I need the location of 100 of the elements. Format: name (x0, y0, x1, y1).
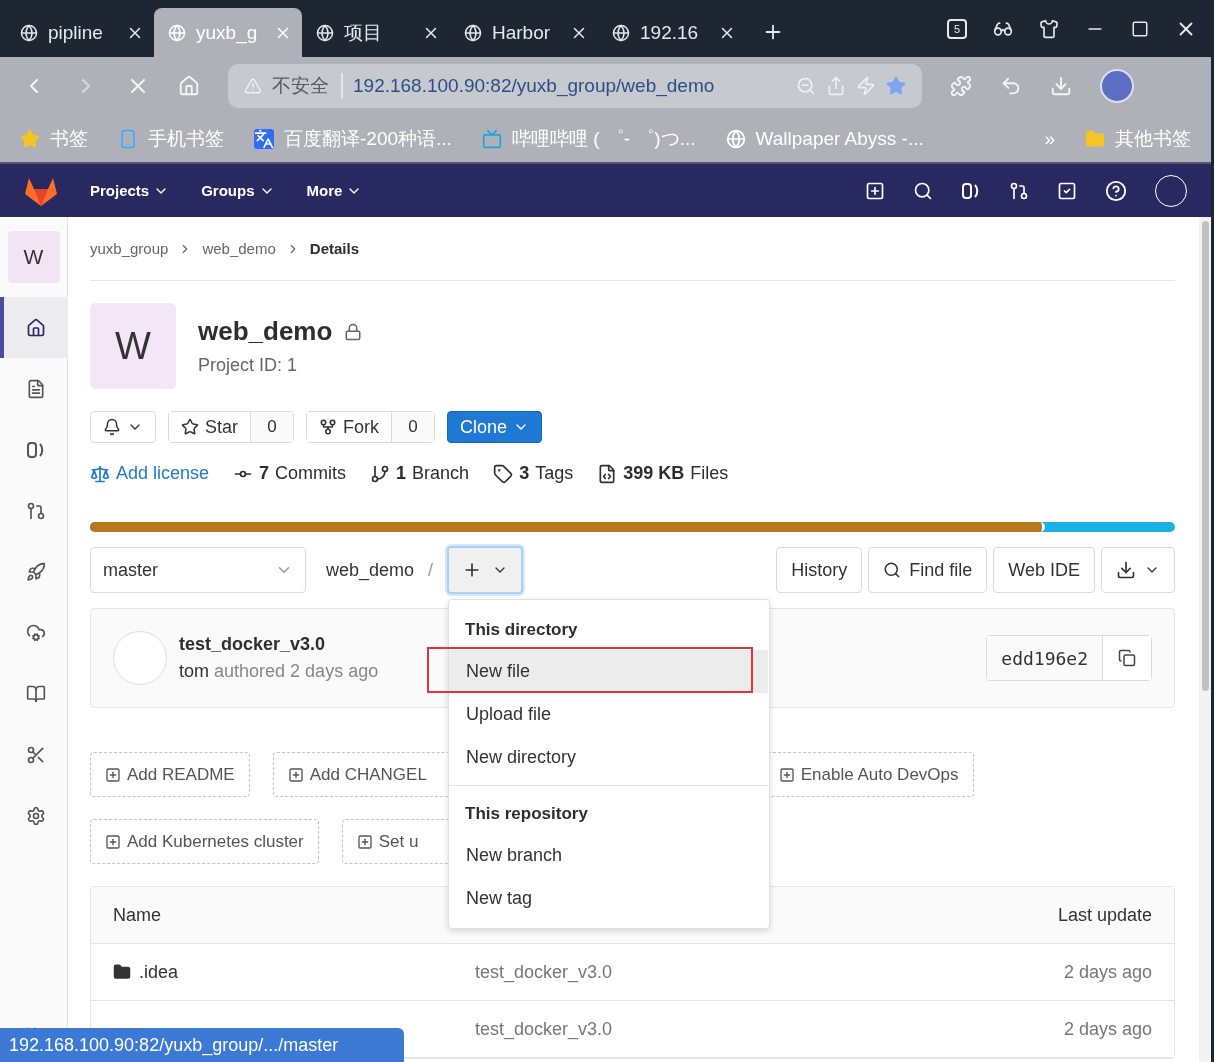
branch-select[interactable]: master (90, 547, 306, 593)
profile-avatar[interactable] (1100, 69, 1134, 103)
menu-header: This repository (464, 803, 589, 825)
home-icon[interactable] (25, 317, 46, 338)
translate-icon (254, 128, 274, 149)
toolbar-button[interactable]: Web IDE (993, 547, 1095, 593)
branch-icon (370, 463, 391, 484)
star-icon (20, 128, 40, 149)
menu-item[interactable]: New tag (449, 877, 770, 920)
search-icon[interactable] (913, 180, 933, 201)
commit-message[interactable]: test_docker_v3.0 (475, 1018, 952, 1040)
merge-request-icon[interactable] (25, 500, 46, 521)
nav-menu[interactable]: More (306, 182, 363, 199)
update-time: 2 days ago (1062, 961, 1152, 983)
plus-square-icon (105, 833, 121, 850)
new-icon[interactable] (865, 180, 885, 201)
sidebar-item[interactable] (0, 297, 68, 358)
stat-link[interactable]: 3 Tags (493, 463, 574, 484)
tv-icon (481, 128, 502, 149)
path-separator: / (428, 559, 434, 581)
copy-icon (1118, 649, 1136, 667)
notification-button[interactable] (90, 411, 156, 443)
plus-square-icon (105, 766, 121, 783)
help-icon[interactable] (1105, 179, 1127, 202)
site-icon (20, 23, 38, 42)
fork-count: 0 (392, 412, 434, 442)
globe-icon (725, 128, 746, 149)
stat-link[interactable]: 1 Branch (370, 463, 470, 484)
project-avatar: W (90, 303, 176, 389)
scrollbar-thumb[interactable] (1201, 221, 1209, 691)
tab-count[interactable]: 5 (947, 18, 967, 39)
address-bar[interactable]: 不安全 192.168.100.90:82/yuxb_group/web_demo (228, 64, 922, 108)
plus-square-icon (356, 833, 373, 850)
commit-title[interactable]: test_docker_v3.0 (179, 634, 379, 655)
column-header: Last update (1056, 904, 1152, 926)
status-url: 192.168.100.90:82/yuxb_group/.../master (0, 1028, 404, 1062)
browser-tab[interactable]: pipline (6, 8, 154, 57)
toolbar-button[interactable]: Find file (868, 547, 988, 593)
menu-item[interactable]: Upload file (449, 693, 770, 736)
commit-message[interactable]: test_docker_v3.0 (475, 961, 952, 983)
commit-meta: tom authored 2 days ago (179, 661, 379, 682)
menu-header: This directory (464, 619, 579, 641)
stat-link[interactable]: Add license (90, 463, 210, 484)
folder-icon (113, 963, 131, 981)
update-time: 2 days ago (1062, 1018, 1152, 1040)
download-button[interactable] (1101, 547, 1175, 593)
browser-tab[interactable]: Harbor (450, 8, 598, 57)
folder-icon (1085, 128, 1105, 149)
stat-link[interactable]: 399 KB Files (597, 463, 729, 484)
project-id: Project ID: 1 (198, 355, 299, 376)
fork-button-group[interactable]: Fork 0 (306, 411, 435, 443)
maximize-icon[interactable] (1131, 19, 1149, 38)
search-icon (883, 561, 902, 579)
clone-button[interactable]: Clone (447, 411, 543, 443)
bookmark-star-icon[interactable] (886, 76, 906, 96)
menu-item[interactable]: New file (449, 650, 769, 693)
plus-square-icon (287, 766, 304, 783)
menu-item[interactable]: New branch (449, 834, 770, 877)
warning-icon (244, 77, 262, 95)
site-icon (316, 23, 334, 42)
quick-action-button[interactable]: Add README (90, 752, 250, 797)
fork-icon (319, 418, 337, 436)
breadcrumb-link[interactable]: yuxb_group (90, 240, 169, 257)
star-button[interactable]: Star (169, 412, 251, 442)
browser-tab[interactable]: 项目 (302, 8, 450, 57)
rocket-icon[interactable] (25, 561, 46, 582)
stat-link[interactable]: 7 Commits (233, 463, 347, 484)
security-label: 不安全 (272, 73, 343, 99)
nav-menu[interactable]: Projects (90, 182, 170, 199)
nav-menu[interactable]: Groups (201, 182, 275, 199)
todo-icon[interactable] (1057, 180, 1077, 201)
book-icon[interactable] (25, 683, 46, 704)
shirt-icon[interactable] (1039, 18, 1059, 39)
file-name[interactable]: .idea (139, 961, 179, 983)
star-icon (181, 418, 199, 436)
quick-action-button[interactable]: Add Kubernetes cluster (90, 819, 319, 864)
download-icon (1116, 560, 1136, 580)
star-count: 0 (251, 412, 293, 442)
bell-icon (103, 418, 121, 436)
breadcrumb-link[interactable]: Details (309, 240, 359, 257)
project-avatar[interactable]: W (7, 231, 60, 283)
phone-icon (118, 128, 138, 149)
scale-icon (90, 463, 110, 484)
breadcrumb-link[interactable]: web_demo (202, 240, 276, 257)
site-icon (464, 23, 482, 42)
commit-sha[interactable]: edd196e2 (987, 636, 1103, 680)
site-icon (168, 23, 186, 42)
star-button-group[interactable]: Star 0 (168, 411, 294, 443)
cloud-icon[interactable] (25, 622, 46, 643)
column-header: Name (113, 904, 162, 926)
path-link[interactable]: web_demo (326, 559, 415, 581)
site-icon (612, 23, 630, 42)
merge-request-icon[interactable] (1009, 180, 1029, 201)
scissors-icon[interactable] (25, 744, 46, 765)
toolbar-button[interactable]: History (776, 547, 863, 593)
file-icon (597, 463, 618, 484)
fork-button[interactable]: Fork (307, 412, 392, 442)
settings-icon[interactable] (25, 805, 46, 826)
browser-tab[interactable]: 192.16 (598, 8, 746, 57)
tag-icon (493, 463, 514, 484)
